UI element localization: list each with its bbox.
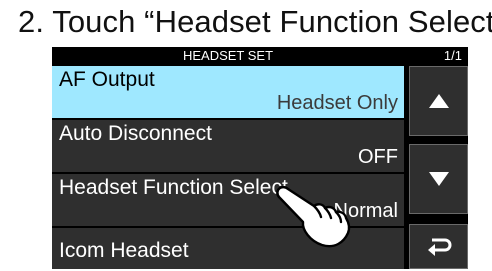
menu-item-headset-function-select[interactable]: Headset Function Select Normal xyxy=(52,174,404,226)
title-bar: HEADSET SET 1/1 xyxy=(52,47,468,64)
return-icon xyxy=(427,238,451,256)
menu-item-label: Icom Headset xyxy=(59,239,189,262)
instruction-text: 2. Touch “Headset Function Select.” xyxy=(18,4,492,40)
scroll-down-button[interactable] xyxy=(409,144,468,214)
step-number: 2. xyxy=(18,4,45,39)
screen-title: HEADSET SET xyxy=(182,48,274,63)
menu-item-value: Headset Only xyxy=(276,92,398,114)
menu-item-value: Normal xyxy=(333,200,398,222)
menu-item-label: Auto Disconnect xyxy=(59,122,212,145)
up-arrow-icon xyxy=(428,94,449,108)
page-indicator: 1/1 xyxy=(443,48,462,63)
back-button[interactable] xyxy=(409,224,468,269)
menu-item-label: AF Output xyxy=(59,68,155,91)
menu-item-af-output[interactable]: AF Output Headset Only xyxy=(52,66,404,118)
menu-item-icom-headset[interactable]: Icom Headset xyxy=(52,228,404,269)
step-text: Touch “Headset Function Select.” xyxy=(52,4,492,39)
scroll-up-button[interactable] xyxy=(409,66,468,136)
menu-item-auto-disconnect[interactable]: Auto Disconnect OFF xyxy=(52,120,404,172)
menu-item-value: OFF xyxy=(358,146,398,168)
menu-item-label: Headset Function Select xyxy=(59,176,288,199)
down-arrow-icon xyxy=(428,172,449,186)
radio-touch-screen: HEADSET SET 1/1 AF Output Headset Only A… xyxy=(52,47,468,269)
